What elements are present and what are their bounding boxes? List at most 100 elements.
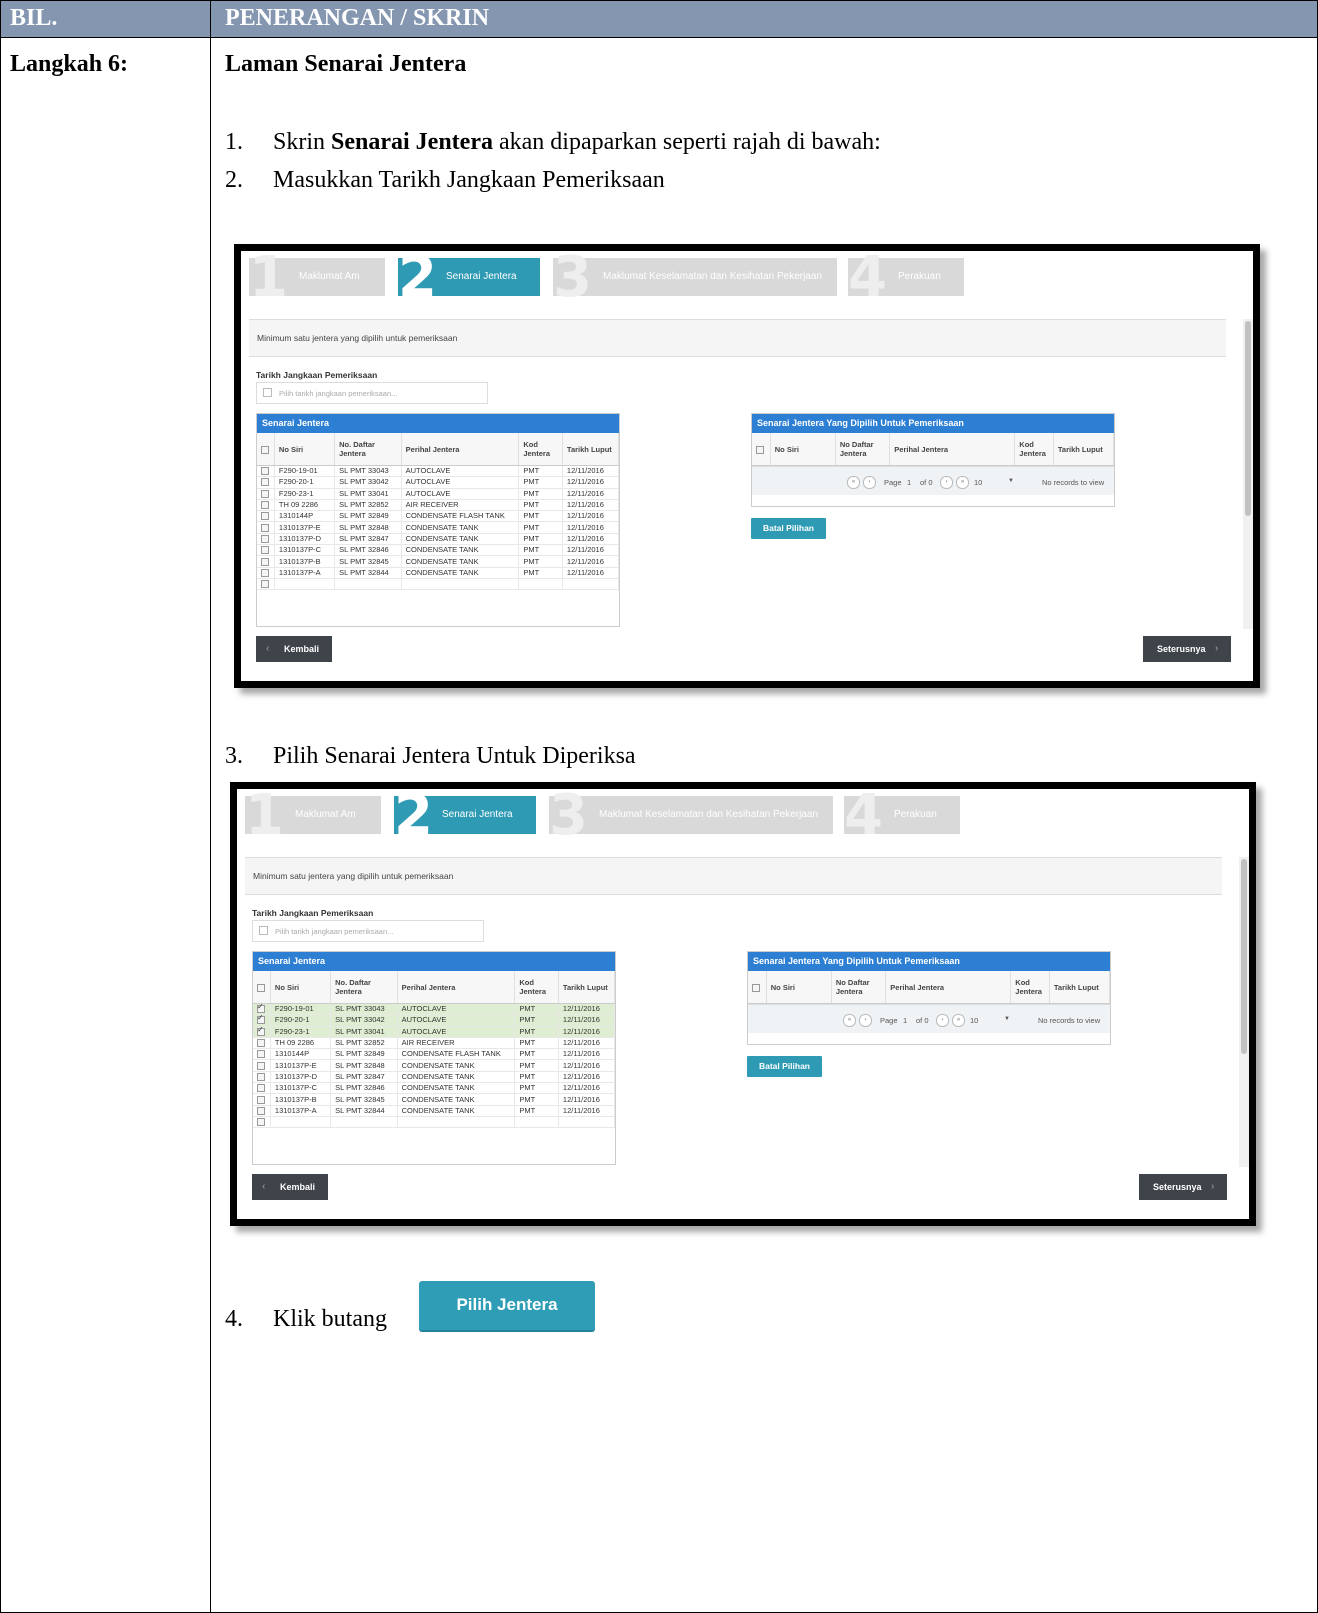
select-all-checkbox[interactable] [253,971,271,1004]
table-row[interactable]: 1310144P SL PMT 32849 CONDENSATE FLASH TAN… [257,510,619,523]
row-checkbox[interactable] [253,1025,271,1038]
row-checkbox[interactable] [257,521,275,534]
table-row[interactable]: 1310137P-E SL PMT 32848 CONDENSATE TANK PMT… [253,1059,615,1072]
date-input[interactable]: Pilih tarikh jangkaan pemeriksaan... [252,920,484,942]
column-header[interactable]: Tarikh Luput [558,971,615,1004]
date-input[interactable]: Pilih tarikh jangkaan pemeriksaan... [256,382,488,404]
scrollbar[interactable] [1243,319,1253,629]
pilih-jentera-button[interactable]: Pilih Jentera [419,1281,595,1332]
page-size-select[interactable]: 10 [974,478,982,487]
table-row[interactable]: F290-23-1SL PMT 33041AUTOCLAVEPMT12/11/2… [257,488,619,500]
column-header[interactable]: Perihal Jentera [889,433,1016,466]
column-header[interactable]: Perihal Jentera [401,433,520,466]
row-checkbox[interactable] [257,544,275,557]
table-row[interactable]: F290-20-1SL PMT 33042AUTOCLAVEPMT12/11/2… [253,1013,615,1027]
table-row[interactable]: TH 09 2286 SL PMT 32852 AIR RECEIVER PMT 12/… [253,1037,615,1050]
dropdown-caret-icon[interactable]: ▼ [1004,1016,1010,1022]
table-row[interactable]: 1310137P-A SL PMT 32844 CONDENSATE TANK PMT… [257,567,619,579]
wizard-step-2[interactable]: 2 Senarai Jentera [394,789,536,844]
table-row[interactable]: 1310137P-C SL PMT 32846 CONDENSATE TANK PMT… [257,544,619,557]
seterusnya-button[interactable]: Seterusnya › [1139,1174,1227,1200]
row-checkbox[interactable] [257,567,275,579]
column-header[interactable]: No Siri [770,433,836,466]
page-number[interactable]: 1 [903,1016,907,1025]
column-header[interactable]: Kod Jentera [514,971,559,1004]
table-row[interactable] [253,1116,615,1129]
table-cell: 12/11/2016 [562,476,619,489]
last-page-icon[interactable]: » [952,1014,965,1027]
table-row[interactable]: F290-19-01SL PMT 33043AUTOCLAVEPMT12/11/… [257,465,619,478]
row-checkbox[interactable] [257,476,275,489]
select-all-checkbox[interactable] [748,971,767,1004]
column-header[interactable]: Kod Jentera [518,433,563,466]
row-checkbox[interactable] [257,555,275,568]
wizard-step-4[interactable]: 4 Perakuan [844,789,960,844]
wizard-step-1[interactable]: 1 Maklumat Am [245,789,381,844]
table-row[interactable]: 1310144P SL PMT 32849 CONDENSATE FLASH TAN… [253,1048,615,1061]
kembali-button[interactable]: ‹ Kembali [256,636,332,662]
scrollbar-thumb[interactable] [1241,859,1247,1054]
select-all-checkbox[interactable] [752,433,771,466]
first-page-icon[interactable]: « [847,476,860,489]
scrollbar[interactable] [1239,857,1249,1167]
column-header[interactable]: Tarikh Luput [1053,433,1114,466]
row-checkbox[interactable] [253,1082,271,1095]
first-page-icon[interactable]: « [843,1014,856,1027]
row-checkbox[interactable] [253,1059,271,1072]
page-size-select[interactable]: 10 [970,1016,978,1025]
row-checkbox[interactable] [257,510,275,523]
row-checkbox[interactable] [253,1105,271,1117]
table-row[interactable]: 1310137P-B SL PMT 32845 CONDENSATE TANK PMT… [253,1093,615,1106]
table-row[interactable]: 1310137P-C SL PMT 32846 CONDENSATE TANK PMT… [253,1082,615,1095]
table-row[interactable] [257,578,619,591]
column-header[interactable]: No. Daftar Jentera [334,433,402,466]
column-header[interactable]: Perihal Jentera [397,971,516,1004]
row-checkbox[interactable] [253,1037,271,1050]
table-row[interactable]: 1310137P-B SL PMT 32845 CONDENSATE TANK PMT… [257,555,619,568]
next-page-icon[interactable]: › [936,1014,949,1027]
table-row[interactable]: F290-19-01SL PMT 33043AUTOCLAVEPMT12/11/… [253,1002,615,1016]
table-row[interactable]: F290-20-1SL PMT 33042AUTOCLAVEPMT12/11/2… [257,476,619,489]
next-page-icon[interactable]: › [940,476,953,489]
batal-pilihan-button[interactable]: Batal Pilihan [747,1056,822,1077]
row-checkbox[interactable] [257,488,275,500]
wizard-step-4[interactable]: 4 Perakuan [848,251,964,306]
column-header[interactable]: No Daftar Jentera [831,971,887,1004]
wizard-step-1[interactable]: 1 Maklumat Am [249,251,385,306]
table-row[interactable]: F290-23-1SL PMT 33041AUTOCLAVEPMT12/11/2… [253,1025,615,1038]
scrollbar-thumb[interactable] [1245,321,1251,516]
select-all-checkbox[interactable] [257,433,275,466]
batal-pilihan-button[interactable]: Batal Pilihan [751,518,826,539]
column-header[interactable]: Tarikh Luput [1049,971,1110,1004]
column-header[interactable]: No Siri [274,433,336,466]
prev-page-icon[interactable]: ‹ [859,1014,872,1027]
row-checkbox[interactable] [253,1048,271,1061]
wizard-step-2[interactable]: 2 Senarai Jentera [398,251,540,306]
table-row[interactable]: 1310137P-D SL PMT 32847 CONDENSATE TANK PMT… [253,1071,615,1084]
row-checkbox[interactable] [257,533,275,546]
column-header[interactable]: Kod Jentera [1010,971,1050,1004]
column-header[interactable]: No Daftar Jentera [835,433,891,466]
last-page-icon[interactable]: » [956,476,969,489]
column-header[interactable]: No. Daftar Jentera [330,971,398,1004]
table-row[interactable]: TH 09 2286 SL PMT 32852 AIR RECEIVER PMT 12/… [257,499,619,512]
table-row[interactable]: 1310137P-E SL PMT 32848 CONDENSATE TANK PMT… [257,521,619,534]
column-header[interactable]: Perihal Jentera [885,971,1012,1004]
seterusnya-button[interactable]: Seterusnya › [1143,636,1231,662]
kembali-button[interactable]: ‹ Kembali [252,1174,328,1200]
wizard-step-3[interactable]: 3 Maklumat Keselamatan dan Kesihatan Peke… [549,789,833,844]
column-header[interactable]: Kod Jentera [1014,433,1054,466]
row-checkbox[interactable] [257,499,275,512]
table-row[interactable]: 1310137P-D SL PMT 32847 CONDENSATE TANK PMT… [257,533,619,546]
row-checkbox[interactable] [253,1093,271,1106]
dropdown-caret-icon[interactable]: ▼ [1008,478,1014,484]
row-checkbox[interactable] [253,1071,271,1084]
table-row[interactable]: 1310137P-A SL PMT 32844 CONDENSATE TANK PMT… [253,1105,615,1117]
page-number[interactable]: 1 [907,478,911,487]
prev-page-icon[interactable]: ‹ [863,476,876,489]
wizard-step-3[interactable]: 3 Maklumat Keselamatan dan Kesihatan Peke… [553,251,837,306]
column-header[interactable]: Tarikh Luput [562,433,619,466]
row-checkbox[interactable] [257,465,275,478]
column-header[interactable]: No Siri [766,971,832,1004]
column-header[interactable]: No Siri [270,971,332,1004]
